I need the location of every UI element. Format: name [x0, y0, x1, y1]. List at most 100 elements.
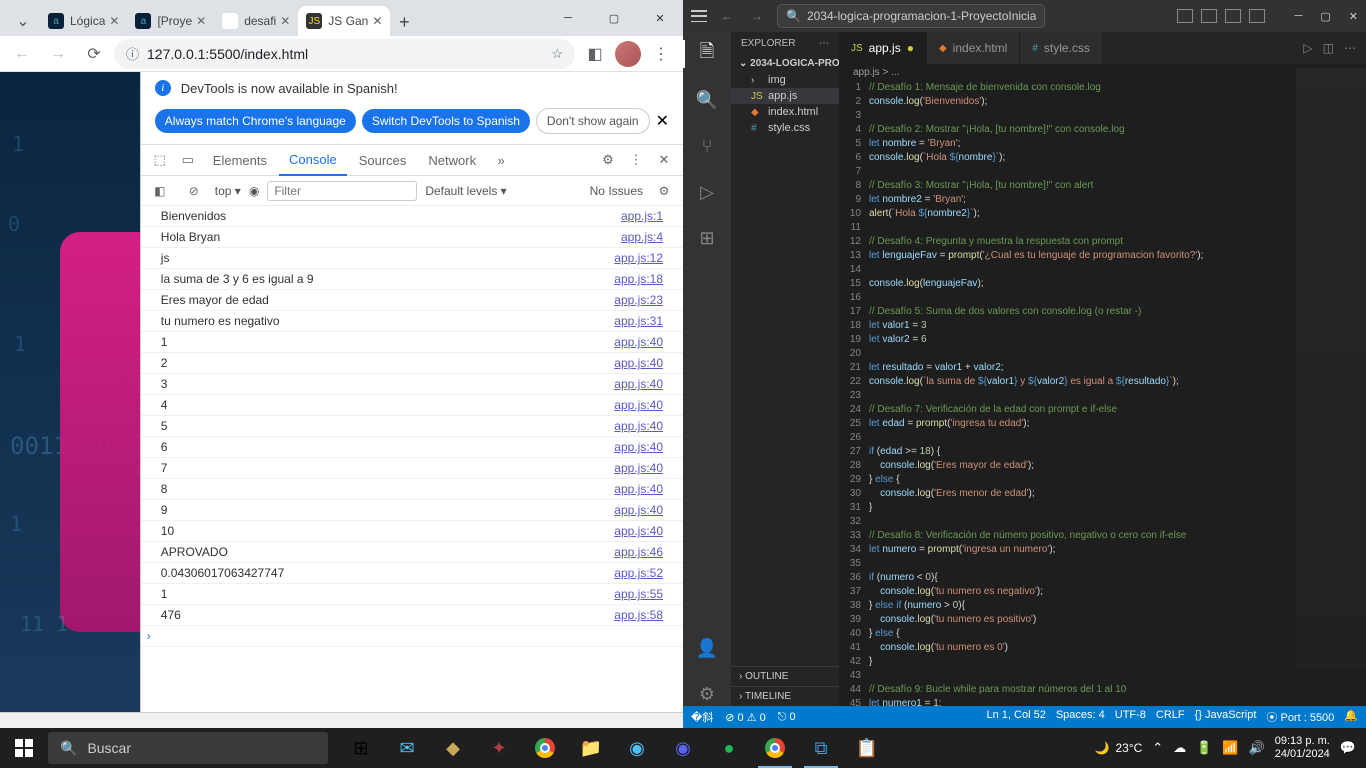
sidebar-toggle-icon[interactable]: ◧	[147, 184, 173, 198]
status-liveserver[interactable]: ⦿ Port : 5500	[1266, 709, 1334, 725]
forward-button[interactable]: →	[42, 38, 74, 70]
extensions-icon[interactable]: ⊞	[695, 226, 719, 250]
timeline-section[interactable]: › TIMELINE	[731, 686, 839, 706]
tab-sources[interactable]: Sources	[349, 144, 417, 176]
always-match-button[interactable]: Always match Chrome's language	[155, 109, 356, 133]
status-remote[interactable]: �斜	[691, 709, 713, 725]
console-prompt[interactable]: ›	[141, 626, 683, 647]
explorer-icon[interactable]: 🗎	[695, 42, 719, 66]
run-debug-icon[interactable]: ▷	[695, 180, 719, 204]
status-ln-col[interactable]: Ln 1, Col 52	[987, 709, 1046, 725]
layout-icon[interactable]	[1225, 9, 1241, 23]
source-link[interactable]: app.js:12	[614, 251, 663, 265]
tab-close-icon[interactable]: ✕	[372, 14, 382, 28]
clear-console-icon[interactable]: ⊘	[181, 184, 207, 198]
source-link[interactable]: app.js:40	[614, 356, 663, 370]
tab-console[interactable]: Console	[279, 144, 347, 176]
breadcrumb[interactable]: app.js > ...	[839, 64, 1366, 81]
inspect-icon[interactable]: ⬚	[147, 152, 173, 168]
status-problems[interactable]: ⊘ 0 ⚠ 0	[725, 711, 765, 724]
devtools-menu-icon[interactable]: ⋮	[623, 152, 649, 168]
status-ports[interactable]: ⎋ 0	[778, 711, 796, 724]
filter-input[interactable]	[267, 181, 417, 201]
minimap[interactable]	[1296, 68, 1366, 668]
source-link[interactable]: app.js:40	[614, 440, 663, 454]
nav-forward-icon[interactable]: →	[747, 9, 767, 23]
tab-elements[interactable]: Elements	[203, 144, 277, 176]
discord-icon[interactable]: ◉	[660, 728, 706, 768]
source-link[interactable]: app.js:18	[614, 272, 663, 286]
source-link[interactable]: app.js:58	[614, 608, 663, 622]
devtools-close-icon[interactable]: ✕	[651, 152, 677, 168]
source-link[interactable]: app.js:46	[614, 545, 663, 559]
wifi-icon[interactable]: 📶	[1222, 740, 1238, 756]
run-icon[interactable]: ▷	[1303, 41, 1312, 55]
editor-body[interactable]: 1234567891011121314151617181920212223242…	[839, 81, 1366, 706]
outline-section[interactable]: › OUTLINE	[731, 666, 839, 686]
layout-icon[interactable]	[1177, 9, 1193, 23]
source-link[interactable]: app.js:40	[614, 398, 663, 412]
tab-close-icon[interactable]: ✕	[280, 14, 290, 28]
app-icon[interactable]: 📋	[844, 728, 890, 768]
source-link[interactable]: app.js:55	[614, 587, 663, 601]
console-settings-icon[interactable]: ⚙	[651, 184, 677, 198]
settings-icon[interactable]: ⚙	[695, 682, 719, 706]
address-bar[interactable]: ⓘ 127.0.0.1:5500/index.html ☆	[114, 39, 575, 69]
folder-root[interactable]: ⌄ 2034-LOGICA-PROGRAMA...	[731, 55, 839, 72]
horizontal-scrollbar[interactable]	[0, 712, 683, 728]
source-link[interactable]: app.js:40	[614, 503, 663, 517]
chrome-icon[interactable]	[522, 728, 568, 768]
source-link[interactable]: app.js:52	[614, 566, 663, 580]
source-link[interactable]: app.js:31	[614, 314, 663, 328]
account-icon[interactable]: 👤	[695, 636, 719, 660]
app-icon[interactable]: ✦	[476, 728, 522, 768]
source-link[interactable]: app.js:40	[614, 377, 663, 391]
switch-devtools-button[interactable]: Switch DevTools to Spanish	[362, 109, 530, 133]
status-language[interactable]: {} JavaScript	[1195, 709, 1257, 725]
editor-tab-index[interactable]: ◆index.html	[927, 32, 1020, 64]
editor-more-icon[interactable]: ⋯	[1344, 41, 1356, 55]
vscode-taskbar-icon[interactable]: ⧉	[798, 728, 844, 768]
tab-search-icon[interactable]: ⌄	[6, 6, 40, 36]
edge-icon[interactable]: ◉	[614, 728, 660, 768]
start-button[interactable]	[0, 728, 48, 768]
tab-close-icon[interactable]: ✕	[109, 14, 119, 28]
source-link[interactable]: app.js:40	[614, 335, 663, 349]
minimize-button[interactable]: ─	[1295, 10, 1303, 23]
explorer-icon[interactable]: 📁	[568, 728, 614, 768]
banner-close-icon[interactable]: ✕	[656, 111, 669, 131]
dont-show-button[interactable]: Don't show again	[536, 108, 650, 134]
weather-widget[interactable]: 🌙23°C	[1095, 741, 1143, 755]
clock[interactable]: 09:13 p. m.24/01/2024	[1275, 735, 1330, 761]
bookmark-icon[interactable]: ☆	[551, 46, 563, 62]
tray-expand-icon[interactable]: ⌃	[1152, 740, 1163, 756]
browser-tab[interactable]: aLógica✕	[40, 6, 127, 36]
taskbar-search[interactable]: 🔍Buscar	[48, 732, 328, 764]
chrome-menu-icon[interactable]: ⋮	[645, 38, 677, 70]
task-view-icon[interactable]: ⊞	[338, 728, 384, 768]
live-expression-icon[interactable]: ◉	[249, 184, 259, 198]
source-link[interactable]: app.js:4	[621, 230, 663, 244]
side-panel-icon[interactable]: ◧	[579, 38, 611, 70]
profile-avatar[interactable]	[615, 41, 641, 67]
status-bell-icon[interactable]: 🔔	[1344, 709, 1358, 725]
editor-tab-style[interactable]: #style.css	[1020, 32, 1103, 64]
status-encoding[interactable]: UTF-8	[1115, 709, 1146, 725]
close-button[interactable]: ✕	[1349, 10, 1358, 23]
new-tab-button[interactable]: +	[390, 8, 418, 36]
source-link[interactable]: app.js:40	[614, 524, 663, 538]
settings-icon[interactable]: ⚙	[595, 152, 621, 168]
command-center[interactable]: 🔍 2034-logica-programacion-1-ProyectoIni…	[777, 4, 1045, 28]
source-link[interactable]: app.js:40	[614, 461, 663, 475]
tab-close-icon[interactable]: ✕	[196, 14, 206, 28]
file-app-js[interactable]: JSapp.js	[731, 88, 839, 104]
split-icon[interactable]: ◫	[1323, 41, 1334, 55]
context-selector[interactable]: top ▾	[215, 184, 241, 198]
menu-icon[interactable]	[691, 10, 707, 22]
browser-tab[interactable]: JSJS Gan✕	[298, 6, 390, 36]
onedrive-icon[interactable]: ☁	[1173, 740, 1186, 756]
browser-tab[interactable]: desafi✕	[214, 6, 298, 36]
maximize-button[interactable]: ▢	[1320, 10, 1330, 23]
search-icon[interactable]: 🔍	[695, 88, 719, 112]
source-link[interactable]: app.js:40	[614, 419, 663, 433]
